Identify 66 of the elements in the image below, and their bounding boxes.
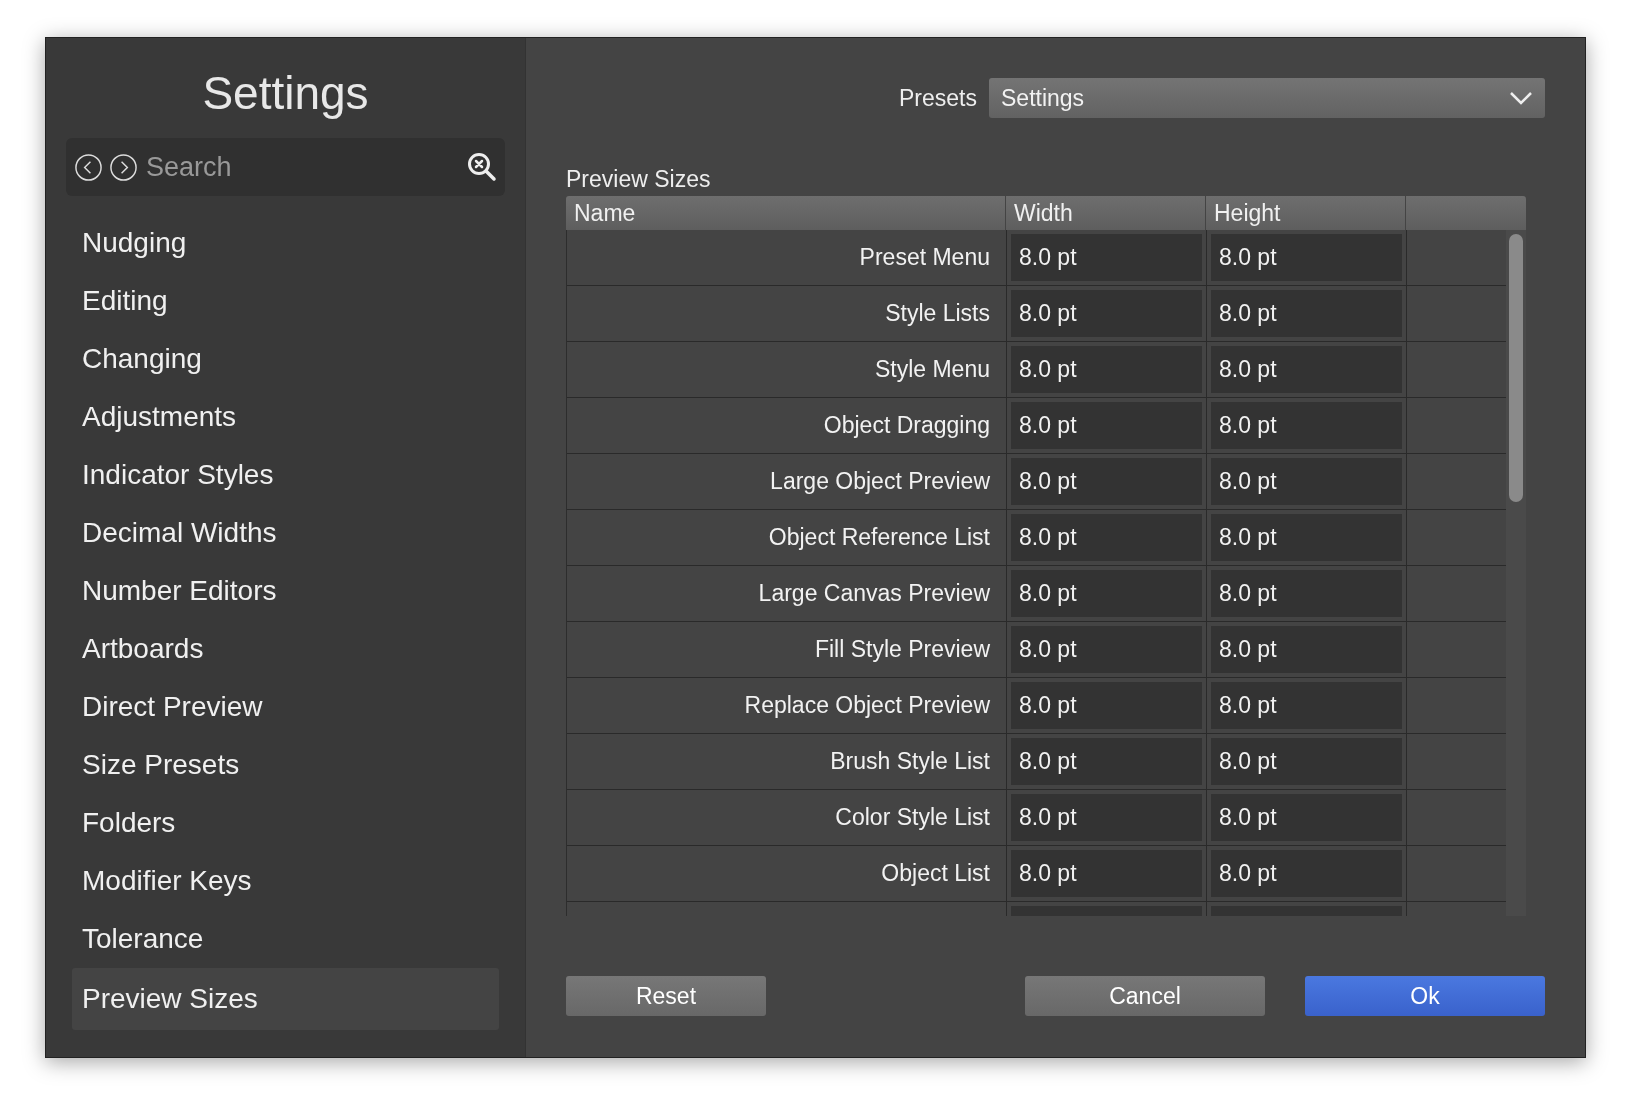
sidebar-item[interactable]: Direct Preview	[72, 678, 499, 736]
table-cell: Object List	[567, 846, 1007, 901]
table-cell: Object Reference List	[567, 510, 1007, 565]
width-field[interactable]: 8.0 pt	[1011, 346, 1202, 393]
width-field[interactable]: 8.0 pt	[1011, 290, 1202, 337]
height-field[interactable]: 8.0 pt	[1211, 626, 1402, 673]
height-field[interactable]: 8.0 pt	[1211, 234, 1402, 281]
sidebar-item[interactable]: Number Editors	[72, 562, 499, 620]
sidebar-item[interactable]: Modifier Keys	[72, 852, 499, 910]
table-cell: Color Style List	[567, 790, 1007, 845]
width-field[interactable]: 8.0 pt	[1011, 794, 1202, 841]
table-cell: Preset Menu	[567, 230, 1007, 285]
width-field[interactable]: 8.0 pt	[1011, 514, 1202, 561]
ok-button[interactable]: Ok	[1305, 976, 1545, 1016]
sidebar-item[interactable]: Nudging	[72, 214, 499, 272]
sidebar-item[interactable]: Adjustments	[72, 388, 499, 446]
sidebar-item[interactable]: Preview Sizes	[72, 968, 499, 1030]
column-header[interactable]: Width	[1006, 196, 1206, 230]
height-field[interactable]: 8.0 pt	[1211, 402, 1402, 449]
scrollbar[interactable]	[1506, 230, 1526, 916]
search-field[interactable]: Search	[66, 138, 505, 196]
width-field[interactable]: 8.0 pt	[1011, 458, 1202, 505]
sidebar-item[interactable]: Folders	[72, 794, 499, 852]
column-header[interactable]: Name	[566, 196, 1006, 230]
sidebar-item[interactable]: Size Presets	[72, 736, 499, 794]
width-field[interactable]: 8.0 pt	[1011, 738, 1202, 785]
table-cell: Style Menu	[567, 342, 1007, 397]
height-field[interactable]: 8.0 pt	[1211, 346, 1402, 393]
table-cell: Fill Style Preview	[567, 622, 1007, 677]
height-field[interactable]: 8.0 pt	[1211, 290, 1402, 337]
height-field[interactable]: 8.0 pt	[1211, 570, 1402, 617]
table-cell: Large Object Preview	[567, 454, 1007, 509]
sidebar-item[interactable]: Indicator Styles	[72, 446, 499, 504]
sidebar-item[interactable]: Editing	[72, 272, 499, 330]
dialog-button[interactable]: Reset	[566, 976, 766, 1016]
table-cell: Object Dragging	[567, 398, 1007, 453]
sidebar-item[interactable]: Changing	[72, 330, 499, 388]
width-field[interactable]: 8.0 pt	[1011, 402, 1202, 449]
sidebar-title: Settings	[201, 66, 370, 121]
height-field[interactable]: 8.0 pt	[1211, 794, 1402, 841]
dialog-button[interactable]: Cancel	[1025, 976, 1265, 1016]
height-field[interactable]: 8.0 pt	[1211, 458, 1402, 505]
height-field[interactable]: 8.0 pt	[1211, 738, 1402, 785]
table-title: Preview Sizes	[566, 165, 712, 194]
width-field[interactable]: 8.0 pt	[1011, 570, 1202, 617]
width-field[interactable]: 8.0 pt	[1011, 626, 1202, 673]
presets-dropdown[interactable]: Settings	[989, 78, 1545, 118]
scrollbar-thumb[interactable]	[1509, 234, 1523, 502]
search-input[interactable]: Search	[144, 150, 448, 184]
table-cell: Brush Style List	[567, 734, 1007, 789]
sidebar-item[interactable]: Artboards	[72, 620, 499, 678]
table-cell: Replace Object Preview	[567, 678, 1007, 733]
presets-label: Presets	[899, 84, 977, 112]
width-field[interactable]: 8.0 pt	[1011, 850, 1202, 897]
sidebar-item[interactable]: Tolerance	[72, 910, 499, 968]
table-cell: Style Lists	[567, 286, 1007, 341]
table-cell: Large Canvas Preview	[567, 566, 1007, 621]
height-field[interactable]: 8.0 pt	[1211, 682, 1402, 729]
chevron-down-icon	[1509, 91, 1533, 105]
clear-search-icon[interactable]	[467, 152, 497, 182]
width-field[interactable]: 8.0 pt	[1011, 682, 1202, 729]
height-field[interactable]: 8.0 pt	[1211, 514, 1402, 561]
width-field[interactable]: 8.0 pt	[1011, 234, 1202, 281]
height-field[interactable]: 8.0 pt	[1211, 850, 1402, 897]
sidebar-item[interactable]: Decimal Widths	[72, 504, 499, 562]
column-header[interactable]: Height	[1206, 196, 1406, 230]
